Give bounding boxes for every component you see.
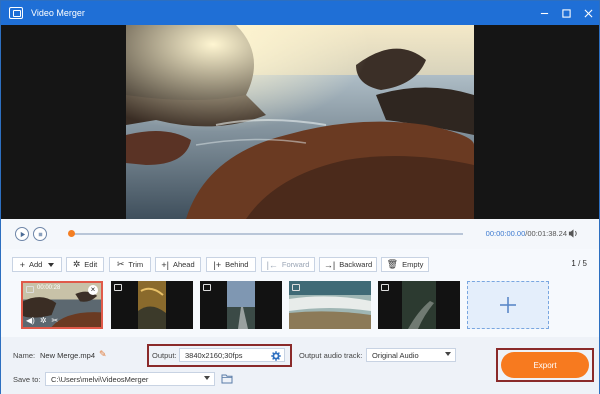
behind-button[interactable]: |+ Behind (206, 257, 256, 272)
gear-icon[interactable] (271, 351, 281, 361)
empty-button[interactable]: 🗑 Empty (381, 257, 429, 272)
audio-track-label: Output audio track: (299, 351, 363, 360)
insert-behind-icon: |+ (213, 259, 222, 270)
audio-track-value: Original Audio (372, 350, 419, 360)
film-icon (114, 284, 122, 291)
save-to-label: Save to: (13, 375, 41, 384)
name-label: Name: (13, 351, 36, 360)
pencil-icon[interactable]: ✎ (99, 349, 107, 360)
clip-tools: ◀) ✲ ✂ (26, 316, 58, 325)
clip-item[interactable] (378, 281, 460, 329)
page-current: 1 (571, 259, 576, 268)
current-time: 00:00:00.00 (485, 229, 526, 238)
duration: /00:01:38.24 (525, 229, 567, 238)
output-label: Output: (152, 351, 177, 360)
volume-icon[interactable]: ◀) (26, 316, 35, 325)
add-button[interactable]: + Add (12, 257, 62, 272)
video-merger-window: Video Merger 00:00:00.00/00:01:38.24 + A… (0, 0, 600, 394)
video-preview-area (1, 25, 599, 219)
clip-item[interactable] (289, 281, 371, 329)
folder-icon[interactable] (221, 373, 233, 384)
scissors-icon: ✂ (116, 259, 125, 269)
scissors-icon[interactable]: ✂ (52, 316, 59, 325)
add-clip-button[interactable] (467, 281, 549, 329)
film-icon (203, 284, 211, 291)
clip-strip: 00:00:28 × ◀) ✲ ✂ (1, 279, 599, 333)
trim-button[interactable]: ✂ Trim (109, 257, 151, 272)
clip-item[interactable] (111, 281, 193, 329)
trim-label: Trim (128, 260, 144, 269)
maximize-icon[interactable] (555, 1, 577, 25)
insert-ahead-icon: +| (161, 259, 169, 270)
progress-slider[interactable] (68, 230, 463, 237)
page-indicator: 1 / 5 (571, 259, 587, 268)
export-button[interactable]: Export (501, 352, 589, 378)
edit-label: Edit (84, 260, 98, 269)
chevron-down-icon (204, 376, 210, 380)
trash-icon: 🗑 (386, 259, 399, 269)
audio-track-select[interactable]: Original Audio (366, 348, 456, 362)
video-preview[interactable] (126, 25, 474, 219)
output-settings: Name: New Merge.mp4 ✎ Output: 3840x2160;… (1, 337, 599, 394)
ahead-button[interactable]: +| Ahead (155, 257, 201, 272)
edit-toolbar: + Add ✲ Edit ✂ Trim +| Ahead |+ Behind |… (1, 257, 599, 277)
behind-label: Behind (225, 260, 249, 269)
window-title: Video Merger (31, 8, 85, 18)
name-value: New Merge.mp4 (40, 351, 96, 360)
edit-button[interactable]: ✲ Edit (66, 257, 104, 272)
output-value: 3840x2160;30fps (185, 350, 243, 360)
film-icon (292, 284, 300, 291)
chevron-down-icon (445, 352, 451, 356)
ahead-label: Ahead (172, 260, 195, 269)
add-label: Add (28, 260, 43, 269)
window-controls (533, 1, 599, 25)
magic-wand-icon: ✲ (72, 259, 81, 269)
play-icon[interactable] (15, 227, 29, 241)
stop-icon[interactable] (33, 227, 47, 241)
clip-item[interactable]: 00:00:28 × ◀) ✲ ✂ (21, 281, 103, 329)
minimize-icon[interactable] (533, 1, 555, 25)
save-path-select[interactable]: C:\Users\melvi\VideosMerger (45, 372, 215, 386)
playback-controls: 00:00:00.00/00:01:38.24 (1, 219, 599, 249)
film-icon (381, 284, 389, 291)
output-format-field[interactable]: 3840x2160;30fps (179, 348, 285, 362)
clip-duration: 00:00:28 (37, 285, 61, 291)
clip-item[interactable] (200, 281, 282, 329)
plus-icon (500, 297, 516, 313)
close-icon[interactable]: × (88, 285, 98, 295)
backward-button[interactable]: →| Backward (319, 257, 377, 272)
forward-button[interactable]: |← Forward (261, 257, 315, 272)
backward-icon: →| (323, 259, 336, 270)
magic-wand-icon[interactable]: ✲ (40, 316, 47, 325)
volume-icon[interactable] (568, 228, 579, 239)
forward-label: Forward (281, 260, 310, 269)
forward-icon: |← (266, 259, 278, 270)
app-icon (9, 7, 23, 19)
save-path-value: C:\Users\melvi\VideosMerger (51, 374, 149, 384)
timecode: 00:00:00.00/00:01:38.24 (486, 229, 567, 238)
film-icon (26, 286, 34, 293)
empty-label: Empty (402, 260, 424, 269)
backward-label: Backward (339, 260, 373, 269)
page-total: / 5 (578, 259, 587, 268)
title-bar: Video Merger (1, 1, 599, 25)
close-icon[interactable] (577, 1, 599, 25)
chevron-down-icon (48, 262, 55, 267)
plus-icon: + (19, 259, 25, 270)
progress-handle[interactable] (68, 230, 75, 237)
